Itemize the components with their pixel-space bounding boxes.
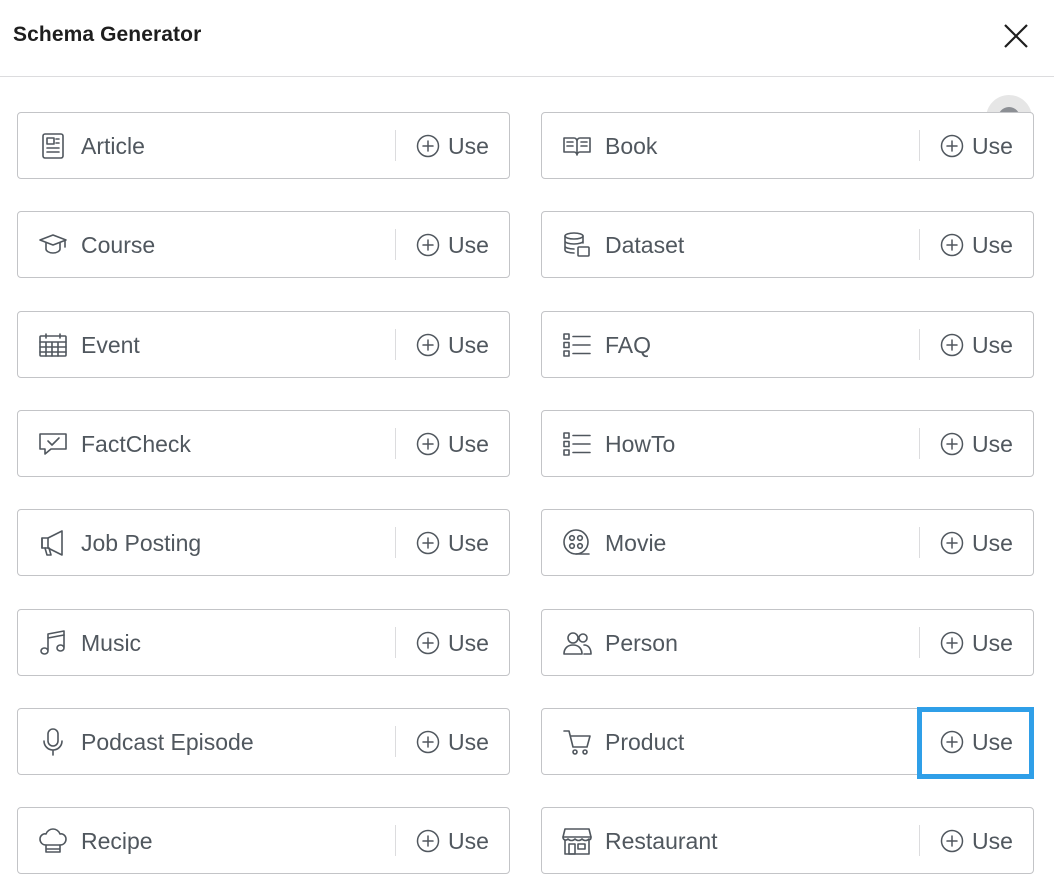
- plus-circle-icon: [416, 134, 440, 158]
- schema-card-course: Course Use: [17, 211, 510, 279]
- plus-circle-icon: [940, 730, 964, 754]
- storefront-icon: [562, 826, 592, 856]
- schema-generator-panel: Schema Generator Article Use Book Use Course…: [0, 0, 1054, 889]
- use-button-podcast-episode[interactable]: Use: [396, 709, 509, 773]
- use-button-label: Use: [972, 430, 1013, 457]
- schema-card-music: Music Use: [17, 608, 510, 676]
- schema-card-book: Book Use: [541, 112, 1034, 179]
- comment-check-icon: [38, 429, 68, 459]
- schema-card-label: Product: [605, 728, 685, 755]
- schema-card-label: Restaurant: [605, 828, 718, 855]
- use-button-label: Use: [448, 133, 489, 159]
- use-button-label: Use: [972, 828, 1013, 855]
- book-icon: [562, 131, 592, 161]
- use-button-restaurant[interactable]: Use: [920, 808, 1033, 872]
- schema-card-label: Dataset: [605, 232, 685, 259]
- calendar-icon: [38, 330, 68, 360]
- schema-card-label: HowTo: [605, 430, 676, 457]
- use-button-book[interactable]: Use: [920, 113, 1033, 177]
- schema-card-dataset: Dataset Use: [541, 211, 1034, 279]
- plus-circle-icon: [416, 233, 440, 257]
- schema-card-person: Person Use: [541, 608, 1034, 676]
- schema-card-event: Event Use: [17, 310, 510, 378]
- use-button-label: Use: [448, 232, 489, 259]
- schema-card-label: Course: [81, 232, 156, 259]
- schema-card-podcast-episode: Podcast Episode Use: [17, 707, 510, 775]
- schema-card-label: Music: [81, 629, 142, 656]
- use-button-label: Use: [448, 530, 489, 557]
- schema-card-faq: FAQ Use: [541, 310, 1034, 378]
- schema-card-product: Product Use: [541, 707, 1034, 775]
- chef-hat-icon: [38, 826, 68, 856]
- use-button-label: Use: [972, 232, 1013, 259]
- schema-card-label: Recipe: [81, 828, 153, 855]
- schema-card-recipe: Recipe Use: [17, 807, 510, 875]
- plus-circle-icon: [940, 233, 964, 257]
- plus-circle-icon: [940, 829, 964, 853]
- plus-circle-icon: [940, 134, 964, 158]
- use-button-label: Use: [448, 728, 489, 755]
- use-button-music[interactable]: Use: [396, 610, 509, 674]
- plus-circle-icon: [416, 333, 440, 357]
- list-icon: [562, 330, 592, 360]
- shopping-cart-icon: [562, 727, 592, 757]
- plus-circle-icon: [940, 333, 964, 357]
- plus-circle-icon: [416, 432, 440, 456]
- plus-circle-icon: [416, 829, 440, 853]
- use-button-label: Use: [448, 331, 489, 358]
- plus-circle-icon: [416, 631, 440, 655]
- use-button-article[interactable]: Use: [396, 113, 509, 177]
- use-button-label: Use: [448, 629, 489, 656]
- database-icon: [562, 230, 592, 260]
- people-icon: [562, 628, 592, 658]
- plus-circle-icon: [940, 631, 964, 655]
- use-button-recipe[interactable]: Use: [396, 808, 509, 872]
- use-button-person[interactable]: Use: [920, 610, 1033, 674]
- schema-card-label: FAQ: [605, 331, 652, 358]
- use-button-dataset[interactable]: Use: [920, 212, 1033, 276]
- schema-card-label: Job Posting: [81, 530, 202, 557]
- schema-card-movie: Movie Use: [541, 509, 1034, 577]
- schema-card-factcheck: FactCheck Use: [17, 409, 510, 477]
- use-button-product[interactable]: Use: [920, 709, 1033, 773]
- use-button-label: Use: [448, 430, 489, 457]
- use-button-factcheck[interactable]: Use: [396, 411, 509, 475]
- schema-card-label: Podcast Episode: [81, 728, 254, 755]
- use-button-job-posting[interactable]: Use: [396, 510, 509, 574]
- schema-type-grid: Article Use Book Use Course Use Dataset Use Even…: [0, 0, 1054, 889]
- use-button-label: Use: [972, 133, 1013, 159]
- schema-card-article: Article Use: [17, 112, 510, 179]
- schema-card-restaurant: Restaurant Use: [541, 807, 1034, 875]
- megaphone-icon: [38, 528, 68, 558]
- use-button-howto[interactable]: Use: [920, 411, 1033, 475]
- use-button-label: Use: [972, 331, 1013, 358]
- use-button-label: Use: [972, 728, 1013, 755]
- use-button-label: Use: [972, 629, 1013, 656]
- article-icon: [38, 131, 68, 161]
- use-button-label: Use: [448, 828, 489, 855]
- use-button-faq[interactable]: Use: [920, 312, 1033, 376]
- use-button-label: Use: [972, 530, 1013, 557]
- schema-card-label: Movie: [605, 530, 667, 557]
- use-button-movie[interactable]: Use: [920, 510, 1033, 574]
- schema-card-label: Article: [81, 133, 145, 159]
- graduation-cap-icon: [38, 230, 68, 260]
- plus-circle-icon: [416, 730, 440, 754]
- plus-circle-icon: [940, 432, 964, 456]
- schema-card-howto: HowTo Use: [541, 409, 1034, 477]
- use-button-course[interactable]: Use: [396, 212, 509, 276]
- schema-card-label: Event: [81, 331, 140, 358]
- music-note-icon: [38, 628, 68, 658]
- plus-circle-icon: [940, 531, 964, 555]
- schema-card-label: Person: [605, 629, 678, 656]
- schema-card-label: FactCheck: [81, 430, 191, 457]
- film-reel-icon: [562, 528, 592, 558]
- use-button-event[interactable]: Use: [396, 312, 509, 376]
- microphone-icon: [38, 727, 68, 757]
- schema-card-label: Book: [605, 133, 658, 159]
- schema-card-job-posting: Job Posting Use: [17, 509, 510, 577]
- list-icon: [562, 429, 592, 459]
- plus-circle-icon: [416, 531, 440, 555]
